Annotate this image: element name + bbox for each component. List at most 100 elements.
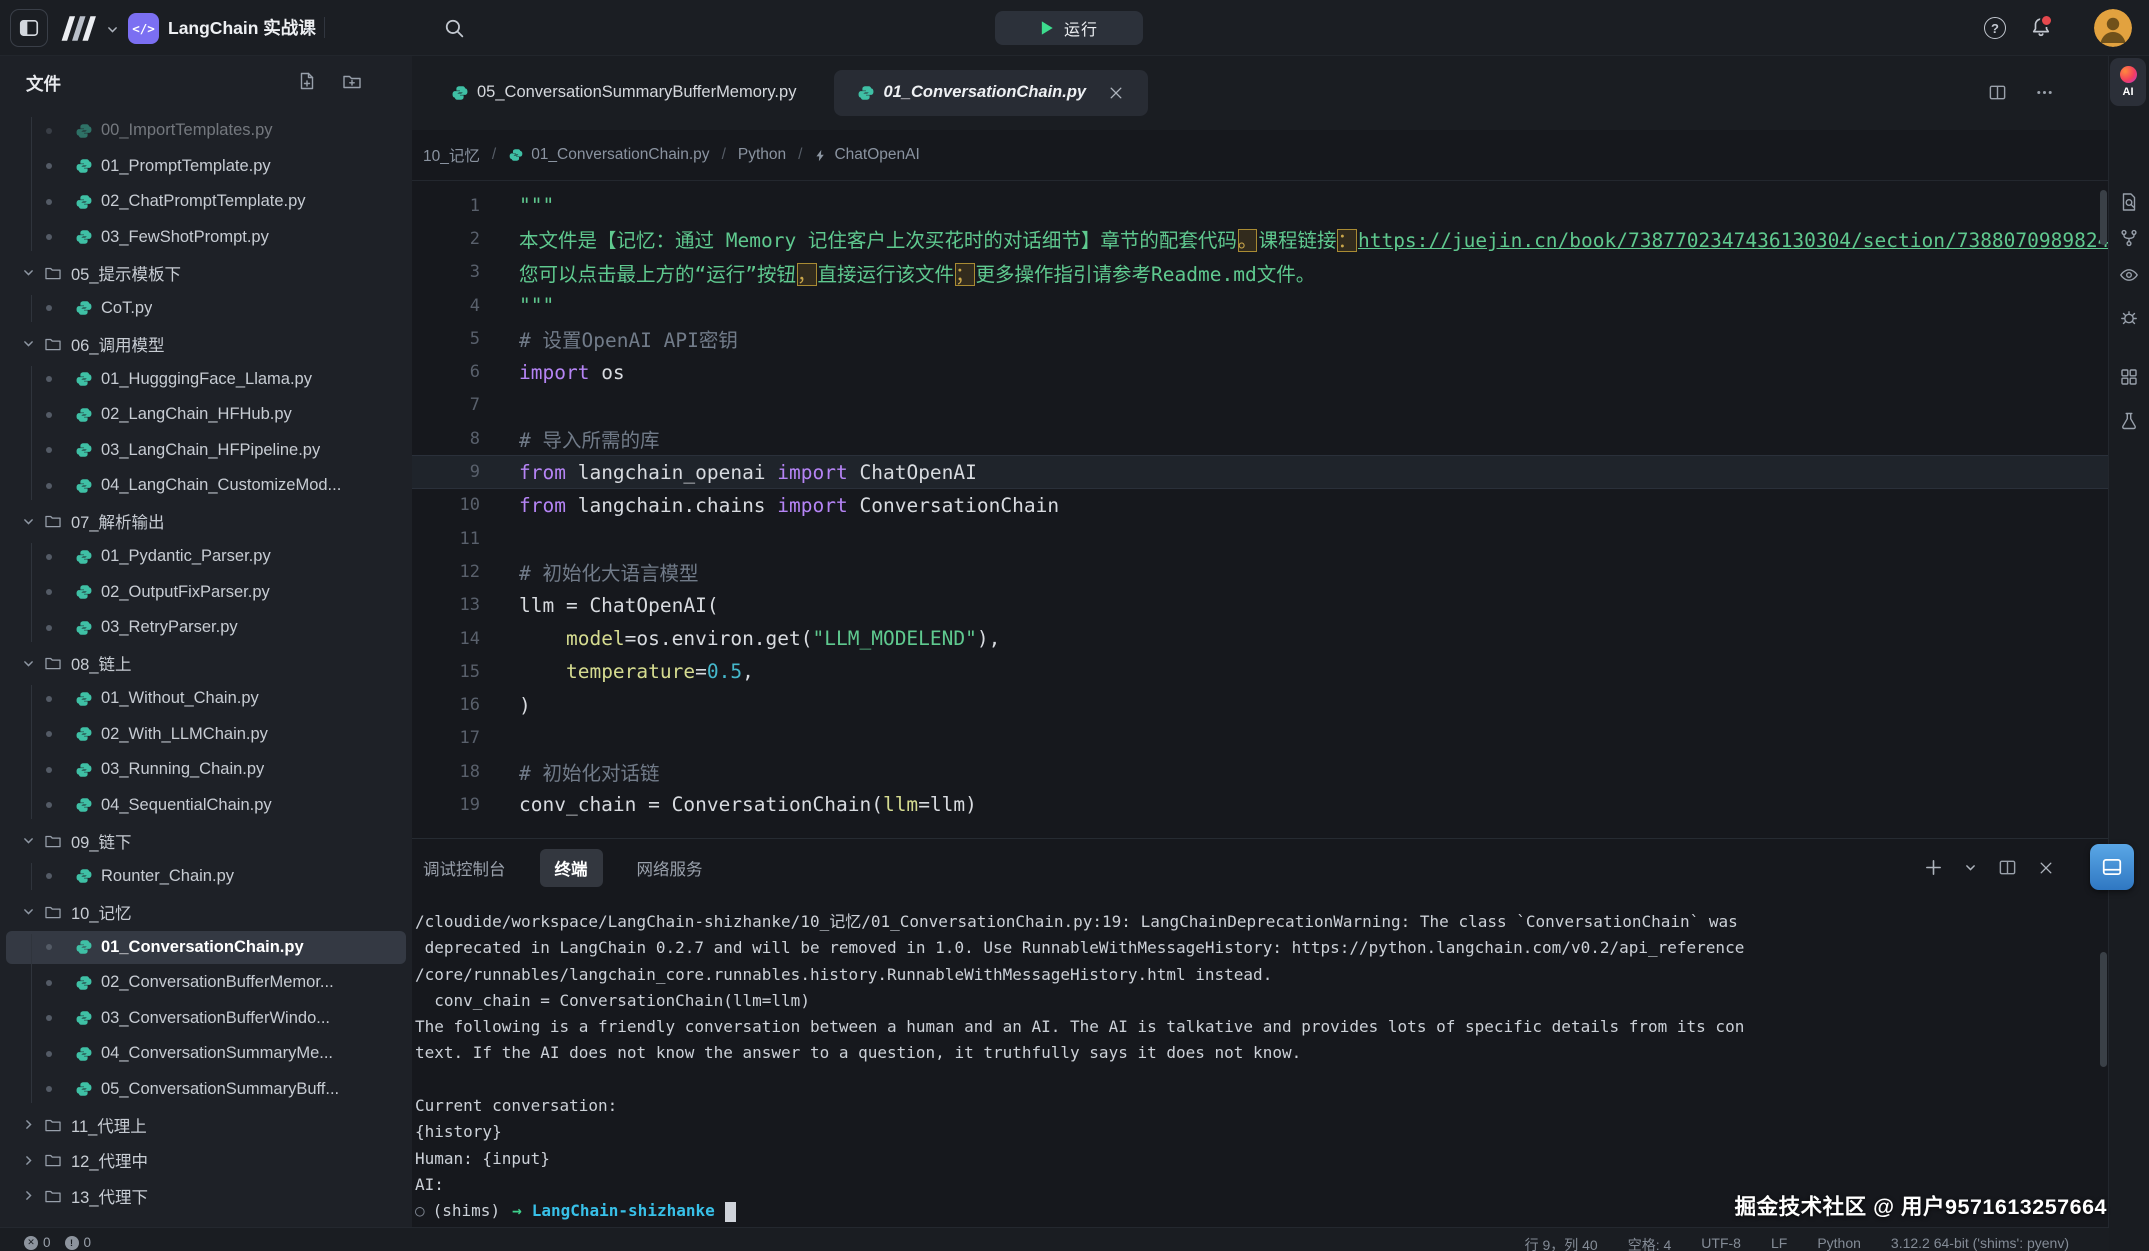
error-icon: ✕ [24, 1236, 38, 1250]
tree-file[interactable]: 02_ConversationBufferMemor... [0, 965, 412, 1001]
bell-icon[interactable] [2030, 16, 2052, 38]
git-status-dot [46, 234, 52, 240]
tree-file[interactable]: CoT.py [0, 291, 412, 327]
avatar[interactable] [2094, 9, 2132, 47]
tree-folder[interactable]: 08_链上 [0, 646, 412, 682]
tree-file[interactable]: 02_With_LLMChain.py [0, 717, 412, 753]
tree-file[interactable]: 01_PromptTemplate.py [0, 149, 412, 185]
symbol-icon [814, 149, 827, 162]
split-panel-icon[interactable] [1998, 858, 2017, 877]
tree-folder[interactable]: 10_记忆 [0, 894, 412, 930]
tree-file-label: Rounter_Chain.py [101, 867, 234, 886]
ai-assistant-button[interactable]: AI [2110, 58, 2146, 106]
breadcrumb-item[interactable]: 01_ConversationChain.py [508, 146, 709, 164]
panel-tab[interactable]: 终端 [540, 849, 603, 887]
tree-file-label: 03_LangChain_HFPipeline.py [101, 441, 320, 460]
tree-file[interactable]: 03_Running_Chain.py [0, 752, 412, 788]
warnings-indicator[interactable]: !0 [65, 1235, 92, 1250]
grid-icon[interactable] [2119, 367, 2139, 387]
breadcrumb-item[interactable]: ChatOpenAI [814, 146, 919, 164]
new-terminal-icon[interactable] [1924, 858, 1943, 877]
breadcrumb-item[interactable]: 10_记忆 [423, 144, 480, 166]
tree-file[interactable]: 02_OutputFixParser.py [0, 575, 412, 611]
search-icon[interactable] [443, 17, 465, 39]
file-search-icon[interactable] [2119, 192, 2139, 212]
flask-icon[interactable] [2119, 411, 2139, 431]
chevron-down-icon[interactable] [1964, 861, 1977, 874]
panel-tab[interactable]: 调试控制台 [423, 856, 506, 880]
git-status-dot [46, 305, 52, 311]
tree-folder[interactable]: 12_代理中 [0, 1143, 412, 1179]
terminal-output[interactable]: /cloudide/workspace/LangChain-shizhanke/… [412, 896, 2109, 1225]
errors-indicator[interactable]: ✕0 [24, 1235, 51, 1250]
bug-icon[interactable] [2119, 307, 2139, 327]
python-file-icon [76, 549, 92, 565]
tree-file[interactable]: 02_LangChain_HFHub.py [0, 397, 412, 433]
tree-file[interactable]: 01_HugggingFace_Llama.py [0, 362, 412, 398]
status-item[interactable]: UTF-8 [1701, 1235, 1741, 1251]
tree-file[interactable]: 03_FewShotPrompt.py [0, 220, 412, 256]
code-line: 19conv_chain = ConversationChain(llm=llm… [412, 788, 2109, 821]
app-logo-icon[interactable] [57, 15, 103, 42]
tree-folder[interactable]: 09_链下 [0, 823, 412, 859]
tree-folder[interactable]: 06_调用模型 [0, 326, 412, 362]
tree-file[interactable]: 03_RetryParser.py [0, 610, 412, 646]
split-editor-icon[interactable] [1988, 83, 2007, 102]
tree-folder[interactable]: 13_代理下 [0, 1178, 412, 1214]
tree-file[interactable]: 04_LangChain_CustomizeMod... [0, 468, 412, 504]
new-file-icon[interactable] [297, 71, 317, 91]
status-item[interactable]: 行 9，列 40 [1525, 1235, 1598, 1251]
status-items: 行 9，列 40 空格: 4 UTF-8 LF Python 3.12.2 64-bit … [1525, 1235, 2069, 1251]
close-icon[interactable] [2038, 860, 2054, 876]
close-icon[interactable] [1108, 85, 1124, 101]
breadcrumb-item[interactable]: Python [738, 146, 786, 164]
tree-file[interactable]: 03_ConversationBufferWindo... [0, 1001, 412, 1037]
editor-tab[interactable]: 01_ConversationChain.py [834, 70, 1148, 116]
sidebar-toggle-button[interactable] [10, 9, 48, 47]
chevron-down-icon[interactable] [303, 23, 316, 36]
tree-file[interactable]: Rounter_Chain.py [0, 859, 412, 895]
code-editor[interactable]: 1"""2本文件是【记忆：通过 Memory 记住客户上次买花时的对话细节】章节… [412, 181, 2109, 822]
problems-indicators[interactable]: ✕0 !0 [24, 1235, 91, 1250]
tree-file[interactable]: 04_ConversationSummaryMe... [0, 1036, 412, 1072]
tree-file[interactable]: 01_Pydantic_Parser.py [0, 539, 412, 575]
terminal-scrollbar[interactable] [2100, 952, 2107, 1067]
help-icon[interactable]: ? [1984, 17, 2006, 39]
eye-icon[interactable] [2119, 265, 2139, 285]
run-button[interactable]: 运行 [995, 11, 1143, 45]
tree-file[interactable]: 00_ImportTemplates.py [0, 113, 412, 149]
chevron-down-icon[interactable] [106, 23, 119, 36]
tree-folder[interactable]: 11_代理上 [0, 1107, 412, 1143]
tree-file[interactable]: 03_LangChain_HFPipeline.py [0, 433, 412, 469]
tree-file[interactable]: 01_Without_Chain.py [0, 681, 412, 717]
workspace-title[interactable]: LangChain 实战课 [168, 0, 316, 55]
status-item[interactable]: LF [1771, 1235, 1787, 1251]
tree-file[interactable]: 04_SequentialChain.py [0, 788, 412, 824]
status-item[interactable]: 3.12.2 64-bit ('shims': pyenv) [1891, 1235, 2069, 1251]
python-file-icon [76, 158, 92, 174]
console-panel-icon[interactable] [2090, 844, 2134, 890]
tree-file[interactable]: 01_ConversationChain.py [0, 930, 412, 966]
status-item[interactable]: Python [1817, 1235, 1861, 1251]
terminal-line [415, 1067, 2109, 1093]
new-folder-icon[interactable] [342, 71, 362, 91]
tree-indent-guide [31, 117, 32, 251]
tree-folder[interactable]: 07_解析输出 [0, 504, 412, 540]
panel-tab[interactable]: 网络服务 [637, 856, 703, 880]
python-file-icon [76, 478, 92, 494]
code-line: 1""" [412, 189, 2109, 222]
tree-file[interactable]: 05_ConversationSummaryBuff... [0, 1072, 412, 1108]
editor-tab[interactable]: 05_ConversationSummaryBufferMemory.py [428, 70, 820, 116]
breadcrumb[interactable]: 10_记忆/01_ConversationChain.py/Python/Cha… [412, 130, 2109, 181]
python-file-icon [76, 123, 92, 139]
terminal-line: deprecated in LangChain 0.2.7 and will b… [415, 935, 2109, 961]
tree-folder[interactable]: 05_提示模板下 [0, 255, 412, 291]
editor-scrollbar[interactable] [2100, 190, 2107, 245]
python-file-icon [76, 620, 92, 636]
tree-file[interactable]: 02_ChatPromptTemplate.py [0, 184, 412, 220]
code-line: 7 [412, 389, 2109, 422]
notification-dot [2040, 14, 2053, 27]
git-fork-icon[interactable] [2119, 228, 2139, 248]
status-item[interactable]: 空格: 4 [1628, 1235, 1672, 1251]
more-actions-icon[interactable] [2035, 83, 2054, 102]
